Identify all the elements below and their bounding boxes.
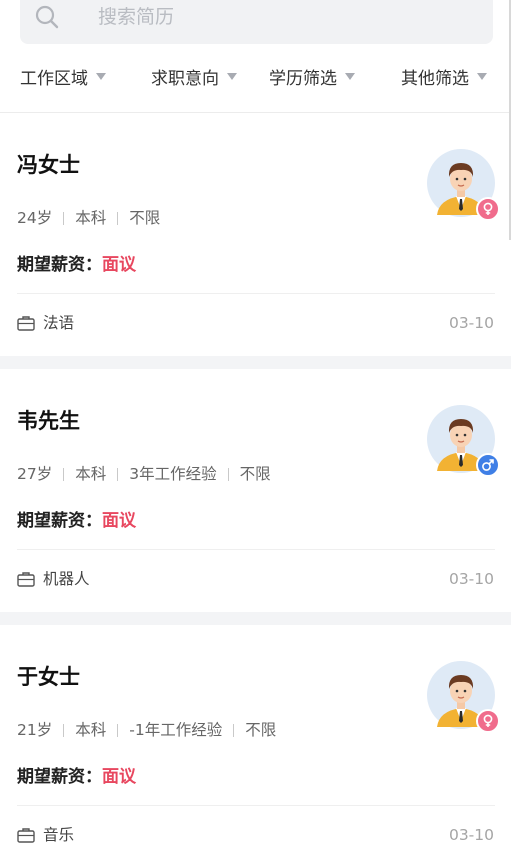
post-date: 03-10	[448, 570, 494, 588]
briefcase-icon	[17, 828, 35, 843]
candidate-experience: 3年工作经验	[129, 465, 217, 483]
divider	[117, 723, 119, 737]
filter-label: 工作区域	[20, 68, 88, 89]
briefcase-icon	[17, 572, 35, 587]
candidate-meta: 27岁 本科 3年工作经验 不限	[17, 463, 271, 485]
candidate-meta: 24岁 本科 不限	[17, 207, 160, 229]
divider	[233, 723, 235, 737]
filter-other[interactable]: 其他筛选	[401, 58, 487, 94]
filter-label: 其他筛选	[401, 68, 469, 89]
salary-label: 期望薪资：	[17, 511, 102, 531]
candidate-education: 本科	[75, 721, 107, 739]
candidate-salary-expectation: 不限	[245, 721, 277, 739]
expected-salary: 期望薪资：面议	[17, 253, 136, 277]
post-date: 03-10	[448, 314, 494, 332]
card-divider	[17, 549, 495, 550]
card-divider	[17, 293, 495, 294]
candidate-age: 21岁	[17, 721, 53, 739]
candidate-meta: 21岁 本科 -1年工作经验 不限	[17, 719, 276, 741]
divider	[63, 211, 65, 225]
candidate-name: 冯女士	[17, 153, 80, 177]
candidate-name: 韦先生	[17, 409, 80, 433]
divider	[63, 467, 65, 481]
search-icon	[35, 5, 59, 29]
dropdown-arrow-icon	[96, 72, 106, 80]
job-title: 机器人	[43, 570, 90, 588]
salary-value: 面议	[102, 255, 136, 275]
search-input[interactable]: 搜索简历	[98, 4, 174, 30]
expected-salary: 期望薪资：面议	[17, 765, 136, 789]
candidate-experience: -1年工作经验	[129, 721, 223, 739]
filter-work-area[interactable]: 工作区域	[20, 58, 106, 94]
salary-label: 期望薪资：	[17, 767, 102, 787]
card-divider	[17, 805, 495, 806]
header: 搜索简历 工作区域 求职意向 学历筛选 其他筛选	[0, 0, 511, 113]
female-icon	[476, 197, 500, 221]
salary-label: 期望薪资：	[17, 255, 102, 275]
job-intention: 机器人	[17, 568, 90, 590]
candidate-salary-expectation: 不限	[239, 465, 271, 483]
divider	[227, 467, 229, 481]
candidate-education: 本科	[75, 465, 107, 483]
search-bar[interactable]: 搜索简历	[20, 0, 493, 44]
filter-label: 求职意向	[151, 68, 219, 89]
divider	[117, 467, 119, 481]
expected-salary: 期望薪资：面议	[17, 509, 136, 533]
dropdown-arrow-icon	[477, 72, 487, 80]
job-title: 音乐	[43, 826, 75, 844]
resume-card[interactable]: 于女士 21岁 本科 -1年工作经验 不限 期望薪资：面议 音乐 03-10	[0, 625, 511, 868]
resume-card[interactable]: 冯女士 24岁 本科 不限 期望薪资：面议 法语 03-10	[0, 113, 511, 356]
filter-education[interactable]: 学历筛选	[269, 58, 355, 94]
job-intention: 音乐	[17, 824, 74, 846]
dropdown-arrow-icon	[345, 72, 355, 80]
filter-bar: 工作区域 求职意向 学历筛选 其他筛选	[0, 58, 511, 94]
salary-value: 面议	[102, 511, 136, 531]
briefcase-icon	[17, 316, 35, 331]
male-icon	[476, 453, 500, 477]
salary-value: 面议	[102, 767, 136, 787]
resume-card[interactable]: 韦先生 27岁 本科 3年工作经验 不限 期望薪资：面议 机器人 03-10	[0, 369, 511, 612]
dropdown-arrow-icon	[227, 72, 237, 80]
job-intention: 法语	[17, 312, 74, 334]
female-icon	[476, 709, 500, 733]
candidate-name: 于女士	[17, 665, 80, 689]
divider	[117, 211, 119, 225]
candidate-age: 24岁	[17, 209, 53, 227]
divider	[63, 723, 65, 737]
candidate-education: 本科	[75, 209, 107, 227]
candidate-age: 27岁	[17, 465, 53, 483]
filter-label: 学历筛选	[269, 68, 337, 89]
candidate-salary-expectation: 不限	[129, 209, 161, 227]
filter-job-intention[interactable]: 求职意向	[151, 58, 237, 94]
post-date: 03-10	[448, 826, 494, 844]
job-title: 法语	[43, 314, 75, 332]
